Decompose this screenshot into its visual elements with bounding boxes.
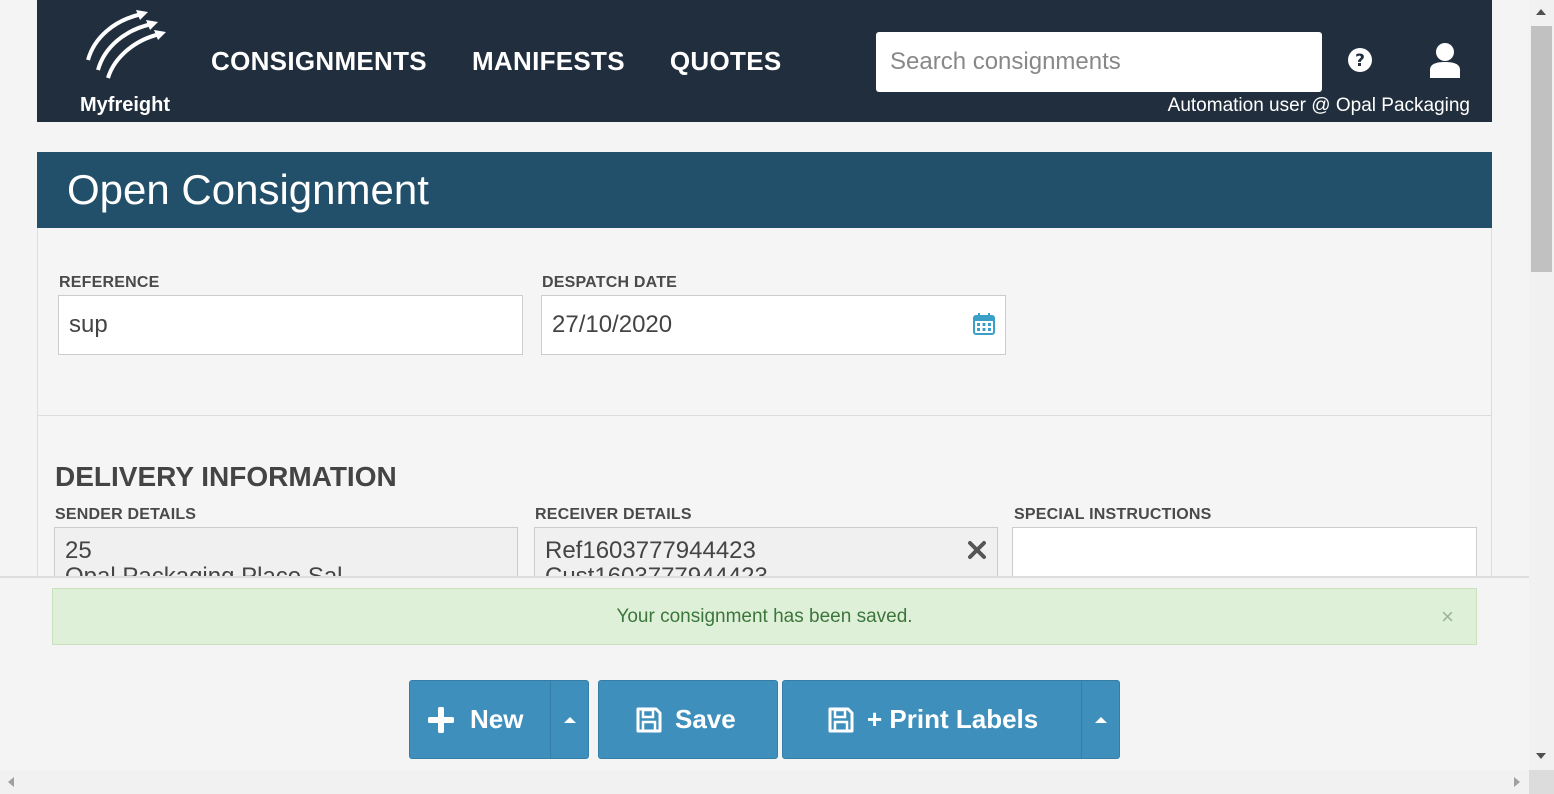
new-button[interactable]: New — [409, 680, 589, 759]
close-alert-icon[interactable]: × — [1441, 589, 1454, 644]
svg-text:?: ? — [1355, 51, 1365, 71]
sender-line-1: 25 — [65, 537, 92, 564]
reference-value: sup — [69, 311, 108, 338]
search-input[interactable] — [876, 32, 1322, 92]
plus-icon — [428, 706, 454, 733]
scrollbar-corner — [1529, 770, 1554, 794]
horizontal-scrollbar[interactable] — [0, 770, 1529, 794]
consignment-form: REFERENCE sup DESPATCH DATE 27/10/2020 D… — [37, 228, 1492, 617]
top-navbar: Myfreight CONSIGNMENTS MANIFESTS QUOTES … — [37, 0, 1492, 122]
alert-message: Your consignment has been saved. — [616, 606, 913, 627]
logo-text: Myfreight — [80, 94, 170, 116]
calendar-icon[interactable] — [973, 313, 995, 335]
caret-up-icon — [563, 716, 576, 723]
section-divider — [38, 415, 1491, 416]
save-button-label: Save — [675, 704, 736, 734]
help-icon[interactable]: ? — [1347, 47, 1373, 73]
nav-consignments[interactable]: CONSIGNMENTS — [211, 46, 427, 77]
new-button-label: New — [470, 704, 524, 734]
action-footer: Your consignment has been saved. × New S… — [0, 576, 1529, 794]
user-account-label: Automation user @ Opal Packaging — [1167, 95, 1470, 116]
receiver-details-label: RECEIVER DETAILS — [535, 506, 692, 523]
delivery-information-heading: DELIVERY INFORMATION — [55, 461, 397, 492]
despatch-date-label: DESPATCH DATE — [542, 274, 678, 291]
print-labels-button-label: + Print Labels — [867, 704, 1039, 734]
clear-receiver-icon[interactable] — [967, 540, 987, 560]
user-icon[interactable] — [1428, 42, 1462, 78]
page-title-bar: Open Consignment — [37, 152, 1492, 228]
reference-input[interactable]: sup — [58, 295, 523, 355]
vertical-scrollbar-thumb[interactable] — [1531, 26, 1552, 272]
sender-details-label: SENDER DETAILS — [55, 506, 197, 523]
print-labels-button[interactable]: + Print Labels — [782, 680, 1120, 759]
receiver-line-1: Ref1603777944423 — [545, 537, 756, 564]
main-nav: CONSIGNMENTS MANIFESTS QUOTES — [211, 46, 781, 77]
nav-manifests[interactable]: MANIFESTS — [472, 46, 625, 77]
logo-arrows-icon — [86, 10, 166, 79]
print-labels-dropdown-toggle[interactable] — [1081, 681, 1119, 758]
despatch-date-input[interactable]: 27/10/2020 — [541, 295, 1006, 355]
save-button[interactable]: Save — [598, 680, 778, 759]
page-title: Open Consignment — [67, 166, 429, 213]
special-instructions-label: SPECIAL INSTRUCTIONS — [1014, 506, 1212, 523]
scroll-down-icon[interactable] — [1536, 753, 1546, 759]
floppy-disk-icon — [636, 707, 662, 732]
success-alert: Your consignment has been saved. × — [52, 588, 1477, 645]
despatch-date-value: 27/10/2020 — [552, 311, 673, 338]
new-dropdown-toggle[interactable] — [550, 681, 588, 758]
scroll-up-icon[interactable] — [1536, 9, 1546, 15]
floppy-disk-icon — [828, 707, 854, 732]
caret-up-icon — [1094, 716, 1107, 723]
scroll-right-icon[interactable] — [1514, 777, 1520, 787]
scroll-left-icon[interactable] — [8, 777, 14, 787]
myfreight-logo[interactable]: Myfreight — [70, 8, 180, 116]
nav-quotes[interactable]: QUOTES — [670, 46, 782, 77]
reference-label: REFERENCE — [59, 274, 160, 291]
